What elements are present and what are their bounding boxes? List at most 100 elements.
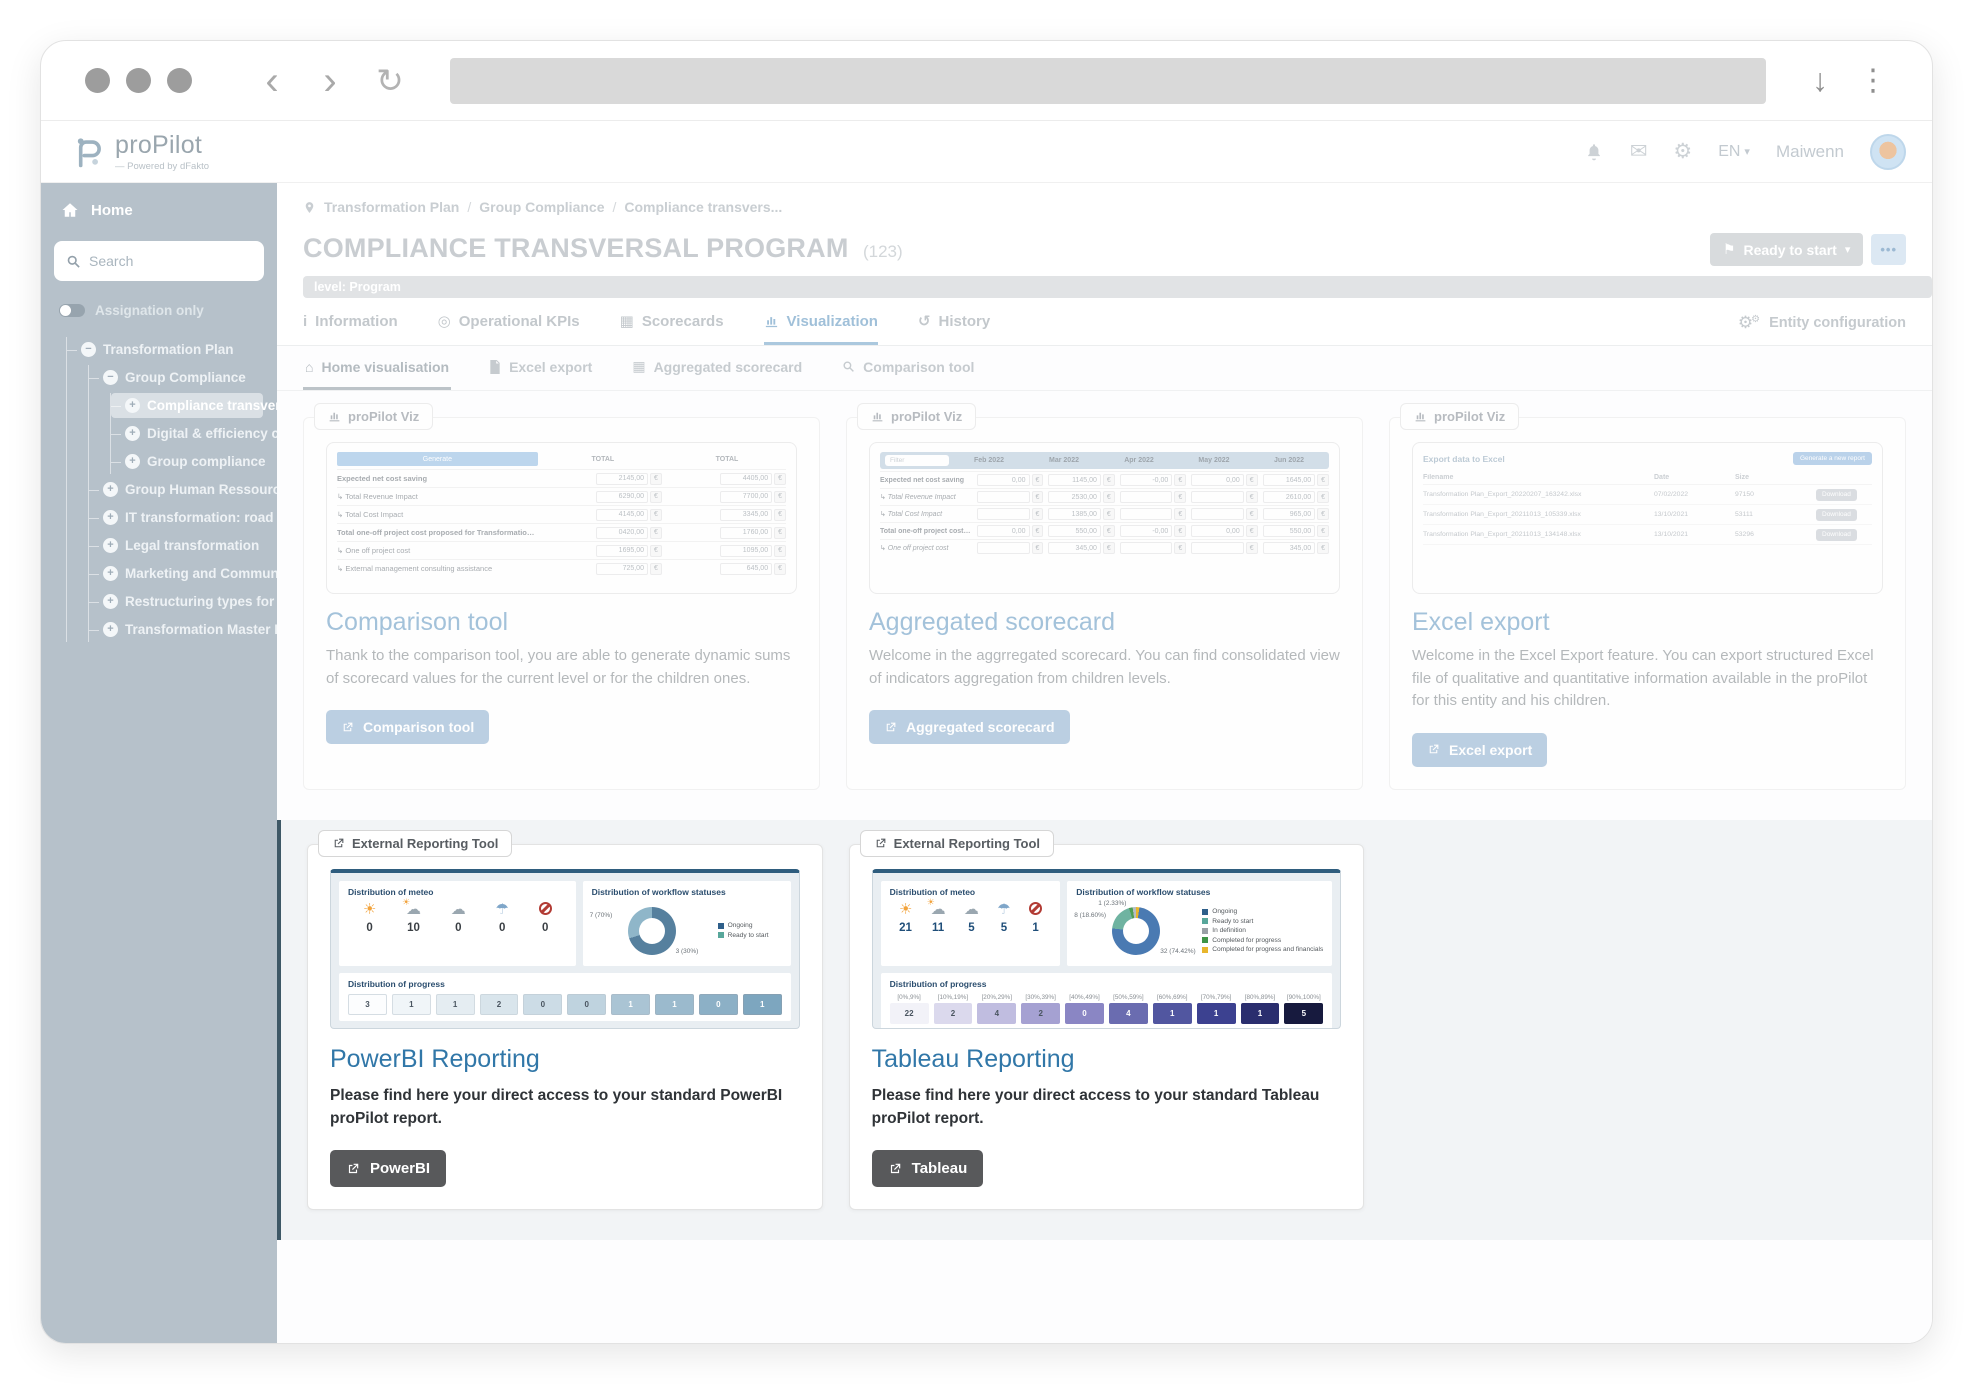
download-button: Download: [1816, 529, 1857, 541]
tree-item-label: Group compliance: [147, 454, 266, 469]
card-title: PowerBI Reporting: [330, 1045, 800, 1074]
workflow-donut-chart: 7 (70%) 3 (30%): [592, 902, 710, 960]
chevron-down-icon: ▾: [1744, 145, 1750, 158]
search-input[interactable]: [89, 253, 270, 269]
sun-icon: ☀: [363, 902, 376, 919]
tree-item[interactable]: + Digital & efficiency compl...: [111, 421, 271, 446]
excel-export-button[interactable]: Excel export: [1412, 733, 1547, 767]
workflow-donut-chart: 1 (2.33%) 8 (18.60%) 32 (74.42%): [1076, 902, 1194, 960]
bell-icon[interactable]: [1584, 142, 1604, 162]
app-logo[interactable]: proPilot — Powered by dFakto: [69, 131, 209, 172]
partly-cloudy-icon: ☀☁: [406, 902, 421, 919]
username-label[interactable]: Maiwenn: [1776, 142, 1844, 162]
workflow-legend: Ongoing Ready to start: [718, 922, 769, 939]
tab-label: History: [939, 313, 991, 330]
subtab-aggregated-scorecard[interactable]: ▦ Aggregated scorecard: [630, 346, 804, 390]
tableau-preview: Distribution of meteo ☀21 ☀☁11 ☁5 ☂5 1: [872, 869, 1342, 1029]
breadcrumb-item[interactable]: Group Compliance: [479, 199, 604, 215]
sidebar-item-home[interactable]: Home: [41, 183, 277, 233]
chevron-down-icon: ▾: [1845, 243, 1851, 256]
expand-icon[interactable]: +: [125, 454, 140, 469]
breadcrumb-item[interactable]: Compliance transvers...: [624, 199, 782, 215]
tree-item[interactable]: + Transformation Master Plan -...: [89, 617, 271, 642]
aggregated-scorecard-button[interactable]: Aggregated scorecard: [869, 710, 1070, 744]
traffic-light-icon: [126, 68, 151, 93]
powerbi-button[interactable]: PowerBI: [330, 1150, 446, 1187]
tabs-bar: i Information ◎ Operational KPIs ▦ Score…: [277, 298, 1932, 346]
page-title-count: (123): [863, 242, 903, 261]
expand-icon[interactable]: +: [103, 538, 118, 553]
tab-operational-kpis[interactable]: ◎ Operational KPIs: [438, 312, 580, 345]
expand-icon[interactable]: +: [125, 426, 140, 441]
expand-icon[interactable]: +: [103, 566, 118, 581]
card-aggregated-scorecard: proPilot Viz Filter Feb 2022 Mar 2022 Ap…: [846, 417, 1363, 790]
status-label: Ready to start: [1743, 242, 1836, 258]
badge-label: proPilot Viz: [348, 409, 419, 424]
tree-item[interactable]: + Restructuring types for firms: [89, 589, 271, 614]
tree-item[interactable]: + Group compliance: [111, 449, 271, 474]
tab-label: Visualization: [787, 313, 878, 330]
assignation-label: Assignation only: [95, 303, 204, 318]
address-bar[interactable]: [450, 58, 1766, 104]
badge-label: External Reporting Tool: [894, 836, 1040, 851]
preview-row: ↳ Total Revenue Impact 6290,00€ 7700,00€: [337, 487, 786, 505]
tree-item[interactable]: + Legal transformation: [89, 533, 271, 558]
info-icon: i: [303, 313, 307, 330]
breadcrumb-item[interactable]: Transformation Plan: [324, 199, 459, 215]
tab-scorecards[interactable]: ▦ Scorecards: [620, 312, 724, 345]
mail-icon[interactable]: ✉: [1630, 141, 1648, 162]
tree-item[interactable]: + IT transformation: road to 2024: [89, 505, 271, 530]
chart-icon: [1414, 410, 1427, 423]
tree-item[interactable]: − Group Compliance: [89, 365, 271, 390]
expand-icon[interactable]: +: [103, 594, 118, 609]
expand-icon[interactable]: +: [103, 510, 118, 525]
tableau-button[interactable]: Tableau: [872, 1150, 984, 1187]
search-icon: [842, 360, 855, 373]
tree-item[interactable]: + Marketing and Communicati...: [89, 561, 271, 586]
tab-information[interactable]: i Information: [303, 312, 398, 345]
external-reporting-tool-badge: External Reporting Tool: [318, 830, 512, 857]
home-icon: ⌂: [305, 359, 313, 375]
visualization-content: proPilot Viz Generate TOTAL TOTAL Expect…: [277, 391, 1932, 1343]
tree-item-label: Restructuring types for firms: [125, 594, 277, 609]
button-label: PowerBI: [370, 1160, 430, 1177]
reload-icon[interactable]: ↻: [368, 61, 412, 100]
subtab-excel-export[interactable]: Excel export: [487, 346, 594, 390]
cloud-icon: ☁: [451, 902, 466, 919]
assignation-toggle[interactable]: [59, 304, 85, 317]
download-icon[interactable]: ↓: [1812, 62, 1828, 99]
workflow-legend: Ongoing Ready to start In definition Com…: [1202, 908, 1323, 953]
avatar[interactable]: [1870, 134, 1906, 170]
expand-icon[interactable]: +: [125, 398, 140, 413]
expand-icon[interactable]: +: [103, 482, 118, 497]
subtab-comparison-tool[interactable]: Comparison tool: [840, 346, 976, 390]
subtab-home-visualisation[interactable]: ⌂ Home visualisation: [303, 346, 451, 390]
tab-history[interactable]: ↺ History: [918, 312, 990, 345]
language-selector[interactable]: EN ▾: [1718, 143, 1750, 161]
tree-item[interactable]: − Transformation Plan: [67, 337, 271, 362]
kebab-menu-icon[interactable]: ⋮: [1858, 63, 1888, 98]
preview-row: ↳ External management consulting assista…: [337, 559, 786, 577]
tree-item-selected[interactable]: + Compliance transversal pr...: [111, 393, 263, 418]
expand-icon[interactable]: +: [103, 622, 118, 637]
forward-icon[interactable]: ›: [310, 61, 350, 101]
entity-configuration-button[interactable]: ⚙⚙ Entity configuration: [1738, 313, 1906, 345]
rain-icon: ☂: [496, 902, 509, 919]
preview-group-header: Generate: [337, 452, 538, 466]
tree-item[interactable]: + Group Human Ressources: [89, 477, 271, 502]
more-actions-button[interactable]: •••: [1871, 234, 1906, 265]
collapse-icon[interactable]: −: [81, 342, 96, 357]
chart-icon: [764, 314, 779, 329]
gear-icon[interactable]: ⚙: [1673, 141, 1692, 162]
tab-label: Information: [315, 313, 398, 330]
collapse-icon[interactable]: −: [103, 370, 118, 385]
progress-bars: 3 1 1 2 0 0 1 1 0 1: [348, 994, 782, 1015]
comparison-tool-button[interactable]: Comparison tool: [326, 710, 489, 744]
tree-item-label: Legal transformation: [125, 538, 259, 553]
status-dropdown-button[interactable]: ⚑ Ready to start ▾: [1710, 233, 1863, 266]
back-icon[interactable]: ‹: [252, 61, 292, 101]
tab-visualization[interactable]: Visualization: [764, 312, 878, 345]
external-link-icon: [874, 837, 887, 850]
browser-window: ‹ › ↻ ↓ ⋮ proPilot — Powered by dFakto: [40, 40, 1933, 1344]
preview-row: ↳ Total Revenue Impact € 2530,00€ € € 26…: [880, 488, 1329, 505]
